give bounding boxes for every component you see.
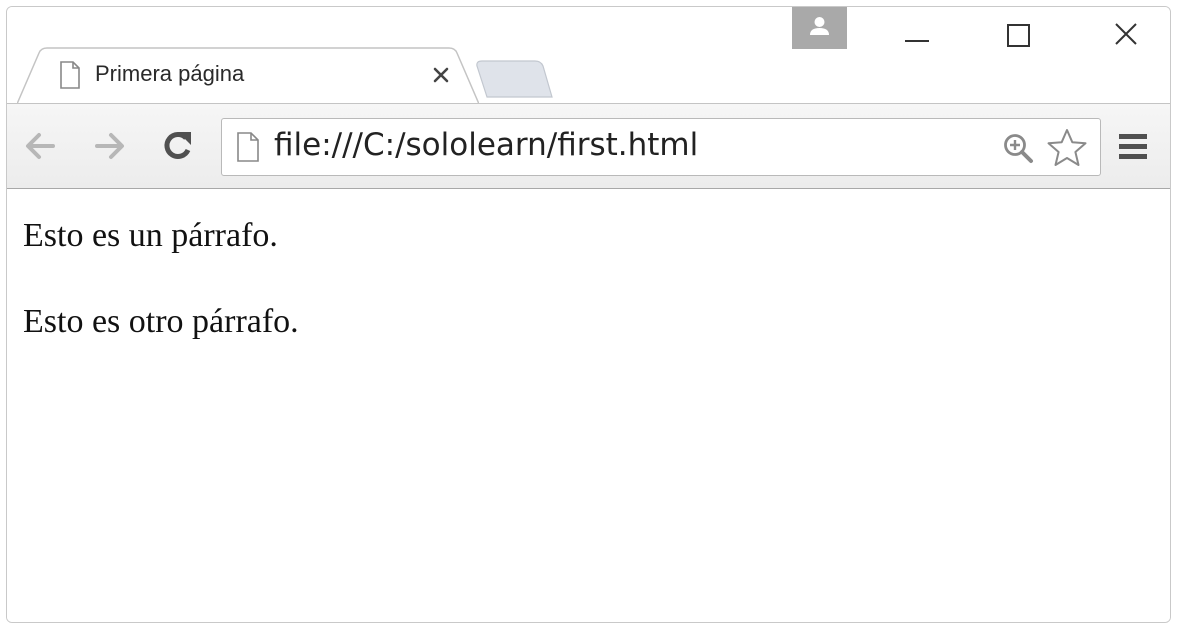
- page-icon: [236, 132, 260, 162]
- minimize-icon: [905, 40, 929, 42]
- browser-window: Primera página file:///C:/sololearn/firs…: [6, 6, 1171, 623]
- maximize-button[interactable]: [989, 7, 1049, 59]
- back-arrow-icon: [26, 133, 55, 159]
- page-content: Esto es un párrafo. Esto es otro párrafo…: [7, 189, 1170, 622]
- minimize-button[interactable]: [887, 7, 947, 59]
- reload-icon: [164, 132, 191, 159]
- tab-shape: [17, 47, 479, 105]
- maximize-icon: [1007, 24, 1030, 47]
- toolbar: file:///C:/sololearn/first.html: [7, 104, 1170, 189]
- close-button[interactable]: [1097, 7, 1157, 59]
- profile-icon: [810, 17, 829, 35]
- url-text[interactable]: file:///C:/sololearn/first.html: [274, 127, 698, 163]
- forward-arrow-icon: [95, 133, 124, 159]
- profile-button[interactable]: [792, 7, 847, 49]
- tab-primera-pagina[interactable]: Primera página: [17, 47, 479, 105]
- star-icon[interactable]: [1046, 127, 1088, 169]
- address-bar[interactable]: file:///C:/sololearn/first.html: [221, 118, 1101, 176]
- page-icon: [59, 61, 81, 89]
- menu-button[interactable]: [1113, 130, 1153, 164]
- close-icon: [1115, 23, 1137, 45]
- title-bar: Primera página: [7, 7, 1170, 105]
- paragraph: Esto es otro párrafo.: [23, 303, 299, 340]
- tab-title: Primera página: [95, 61, 245, 86]
- reload-button[interactable]: [157, 126, 197, 166]
- zoom-icon[interactable]: [1002, 132, 1034, 164]
- forward-button[interactable]: [89, 126, 129, 166]
- menu-icon: [1119, 134, 1147, 159]
- paragraph: Esto es un párrafo.: [23, 217, 278, 254]
- back-button[interactable]: [21, 126, 61, 166]
- tab-close-icon[interactable]: [429, 63, 453, 87]
- new-tab-button[interactable]: [473, 60, 553, 98]
